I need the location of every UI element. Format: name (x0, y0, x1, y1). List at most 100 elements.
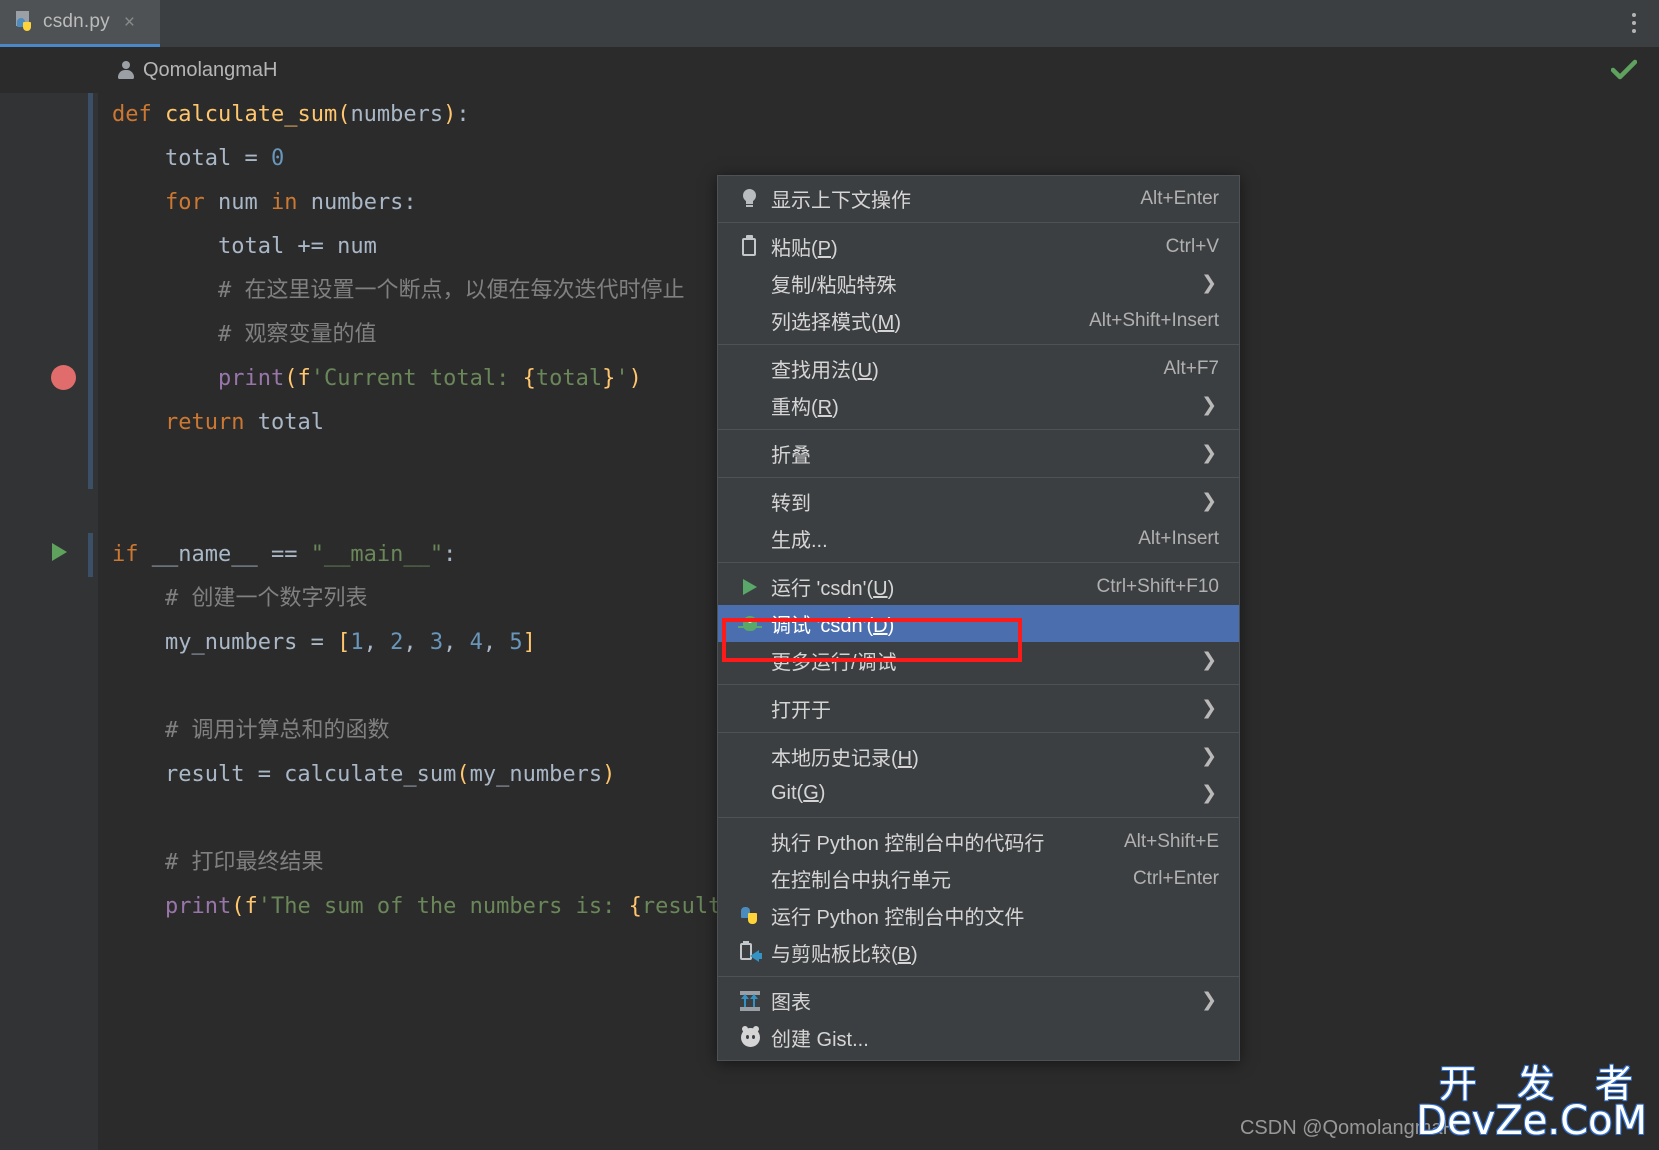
menu-separator (718, 222, 1239, 223)
menu-separator (718, 344, 1239, 345)
menu-separator (718, 477, 1239, 478)
gutter-stripe (88, 533, 93, 577)
menu-separator (718, 732, 1239, 733)
menu-separator (718, 684, 1239, 685)
python-file-icon (14, 11, 36, 33)
breadcrumb: QomolangmaH (0, 47, 1659, 93)
no-icon (736, 697, 764, 721)
menu-separator (718, 429, 1239, 430)
menu-item-shortcut: Ctrl+Enter (1132, 867, 1219, 889)
github-icon (736, 1025, 764, 1050)
menu-item-label: 打开于 (771, 700, 831, 722)
menu-item-label: 显示上下文操作 (771, 190, 911, 212)
menu-item-shortcut: Ctrl+Shift+F10 (1096, 575, 1220, 597)
annotation-highlight-box (722, 618, 1022, 662)
menu-item-label: 查找用法(U) (771, 360, 879, 382)
chevron-right-icon: ❯ (1201, 783, 1217, 804)
no-icon (736, 442, 764, 466)
menu-item-diagrams[interactable]: 图表 ❯ (718, 982, 1239, 1019)
menu-item-label: 重构(R) (771, 397, 839, 419)
no-icon (736, 357, 764, 381)
chevron-right-icon: ❯ (1201, 990, 1217, 1011)
editor-tab-bar: csdn.py × (0, 0, 1659, 48)
no-icon (736, 394, 764, 418)
menu-item-create-gist[interactable]: 创建 Gist... (718, 1019, 1239, 1056)
breadcrumb-user-label: QomolangmaH (143, 58, 278, 81)
no-icon (736, 527, 764, 551)
menu-item-execute-cell-in-console[interactable]: 在控制台中执行单元 Ctrl+Enter (718, 860, 1239, 897)
menu-item-shortcut: Alt+Shift+Insert (1089, 309, 1219, 331)
menu-item-compare-with-clipboard[interactable]: 与剪贴板比较(B) (718, 934, 1239, 971)
chevron-right-icon: ❯ (1201, 698, 1217, 719)
menu-item-label: 折叠 (771, 445, 811, 467)
menu-item-generate[interactable]: 生成... Alt+Insert (718, 520, 1239, 557)
menu-item-local-history[interactable]: 本地历史记录(H) ❯ (718, 738, 1239, 775)
no-icon (736, 490, 764, 514)
no-icon (736, 782, 764, 806)
menu-item-label: 本地历史记录(H) (771, 748, 919, 770)
tab-label: csdn.py (43, 11, 110, 32)
chevron-right-icon: ❯ (1201, 443, 1217, 464)
check-mark-icon[interactable] (1611, 59, 1637, 81)
menu-separator (718, 562, 1239, 563)
chevron-right-icon: ❯ (1201, 746, 1217, 767)
menu-item-column-selection-mode[interactable]: 列选择模式(M) Alt+Shift+Insert (718, 302, 1239, 339)
no-icon (736, 867, 764, 891)
run-gutter-arrow[interactable] (52, 543, 67, 561)
breakpoint-marker[interactable] (51, 365, 76, 390)
menu-item-label: 粘贴(P) (771, 238, 838, 260)
menu-separator (718, 817, 1239, 818)
close-icon[interactable]: × (124, 13, 135, 32)
menu-item-label: 列选择模式(M) (771, 312, 902, 334)
menu-separator (718, 976, 1239, 977)
menu-item-label: 生成... (771, 530, 828, 552)
menu-item-shortcut: Alt+Enter (1140, 187, 1219, 209)
chevron-right-icon: ❯ (1201, 395, 1217, 416)
menu-item-label: 在控制台中执行单元 (771, 870, 951, 892)
menu-item-label: 运行 'csdn'(U) (771, 578, 895, 600)
menu-item-find-usages[interactable]: 查找用法(U) Alt+F7 (718, 350, 1239, 387)
menu-item-show-context-actions[interactable]: 显示上下文操作 Alt+Enter (718, 180, 1239, 217)
menu-item-label: Git(G) (771, 782, 826, 804)
menu-item-run-file-in-python-console[interactable]: 运行 Python 控制台中的文件 (718, 897, 1239, 934)
menu-item-go-to[interactable]: 转到 ❯ (718, 483, 1239, 520)
no-icon (736, 272, 764, 296)
menu-item-folding[interactable]: 折叠 ❯ (718, 435, 1239, 472)
editor-gutter[interactable] (0, 93, 98, 1150)
menu-item-git[interactable]: Git(G) ❯ (718, 775, 1239, 812)
menu-item-open-in[interactable]: 打开于 ❯ (718, 690, 1239, 727)
menu-item-label: 复制/粘贴特殊 (771, 275, 897, 297)
clipboard-icon (736, 234, 764, 259)
run-play-icon (736, 575, 764, 599)
compare-clipboard-icon (736, 940, 764, 965)
menu-item-label: 创建 Gist... (771, 1029, 869, 1051)
menu-item-shortcut: Ctrl+V (1165, 235, 1219, 257)
lightbulb-icon (736, 187, 764, 211)
chevron-right-icon: ❯ (1201, 491, 1217, 512)
watermark-faint-text: CSDN @QomolangmaH (1239, 1117, 1457, 1139)
no-icon (736, 309, 764, 333)
menu-item-execute-line-in-python-console[interactable]: 执行 Python 控制台中的代码行 Alt+Shift+E (718, 823, 1239, 860)
menu-item-run-csdn[interactable]: 运行 'csdn'(U) Ctrl+Shift+F10 (718, 568, 1239, 605)
python-icon (736, 904, 764, 928)
menu-item-shortcut: Alt+Insert (1138, 527, 1219, 549)
no-icon (736, 745, 764, 769)
menu-item-shortcut: Alt+Shift+E (1123, 830, 1219, 852)
menu-item-shortcut: Alt+F7 (1163, 357, 1219, 379)
breadcrumb-item-user[interactable]: QomolangmaH (118, 59, 278, 82)
menu-item-label: 转到 (771, 493, 811, 515)
menu-item-label: 运行 Python 控制台中的文件 (771, 907, 1025, 929)
menu-item-copy-paste-special[interactable]: 复制/粘贴特殊 ❯ (718, 265, 1239, 302)
vertical-dots-icon[interactable] (1623, 8, 1645, 38)
code-line-1: def calculate_sum(numbers): (112, 102, 470, 127)
chevron-right-icon: ❯ (1201, 273, 1217, 294)
menu-item-paste[interactable]: 粘贴(P) Ctrl+V (718, 228, 1239, 265)
tab-csdn-py[interactable]: csdn.py × (0, 0, 160, 47)
no-icon (736, 830, 764, 854)
menu-item-refactor[interactable]: 重构(R) ❯ (718, 387, 1239, 424)
chevron-right-icon: ❯ (1201, 650, 1217, 671)
menu-item-label: 与剪贴板比较(B) (771, 944, 918, 966)
gutter-stripe (88, 93, 93, 489)
menu-item-label: 图表 (771, 992, 811, 1014)
chart-icon (736, 989, 764, 1013)
